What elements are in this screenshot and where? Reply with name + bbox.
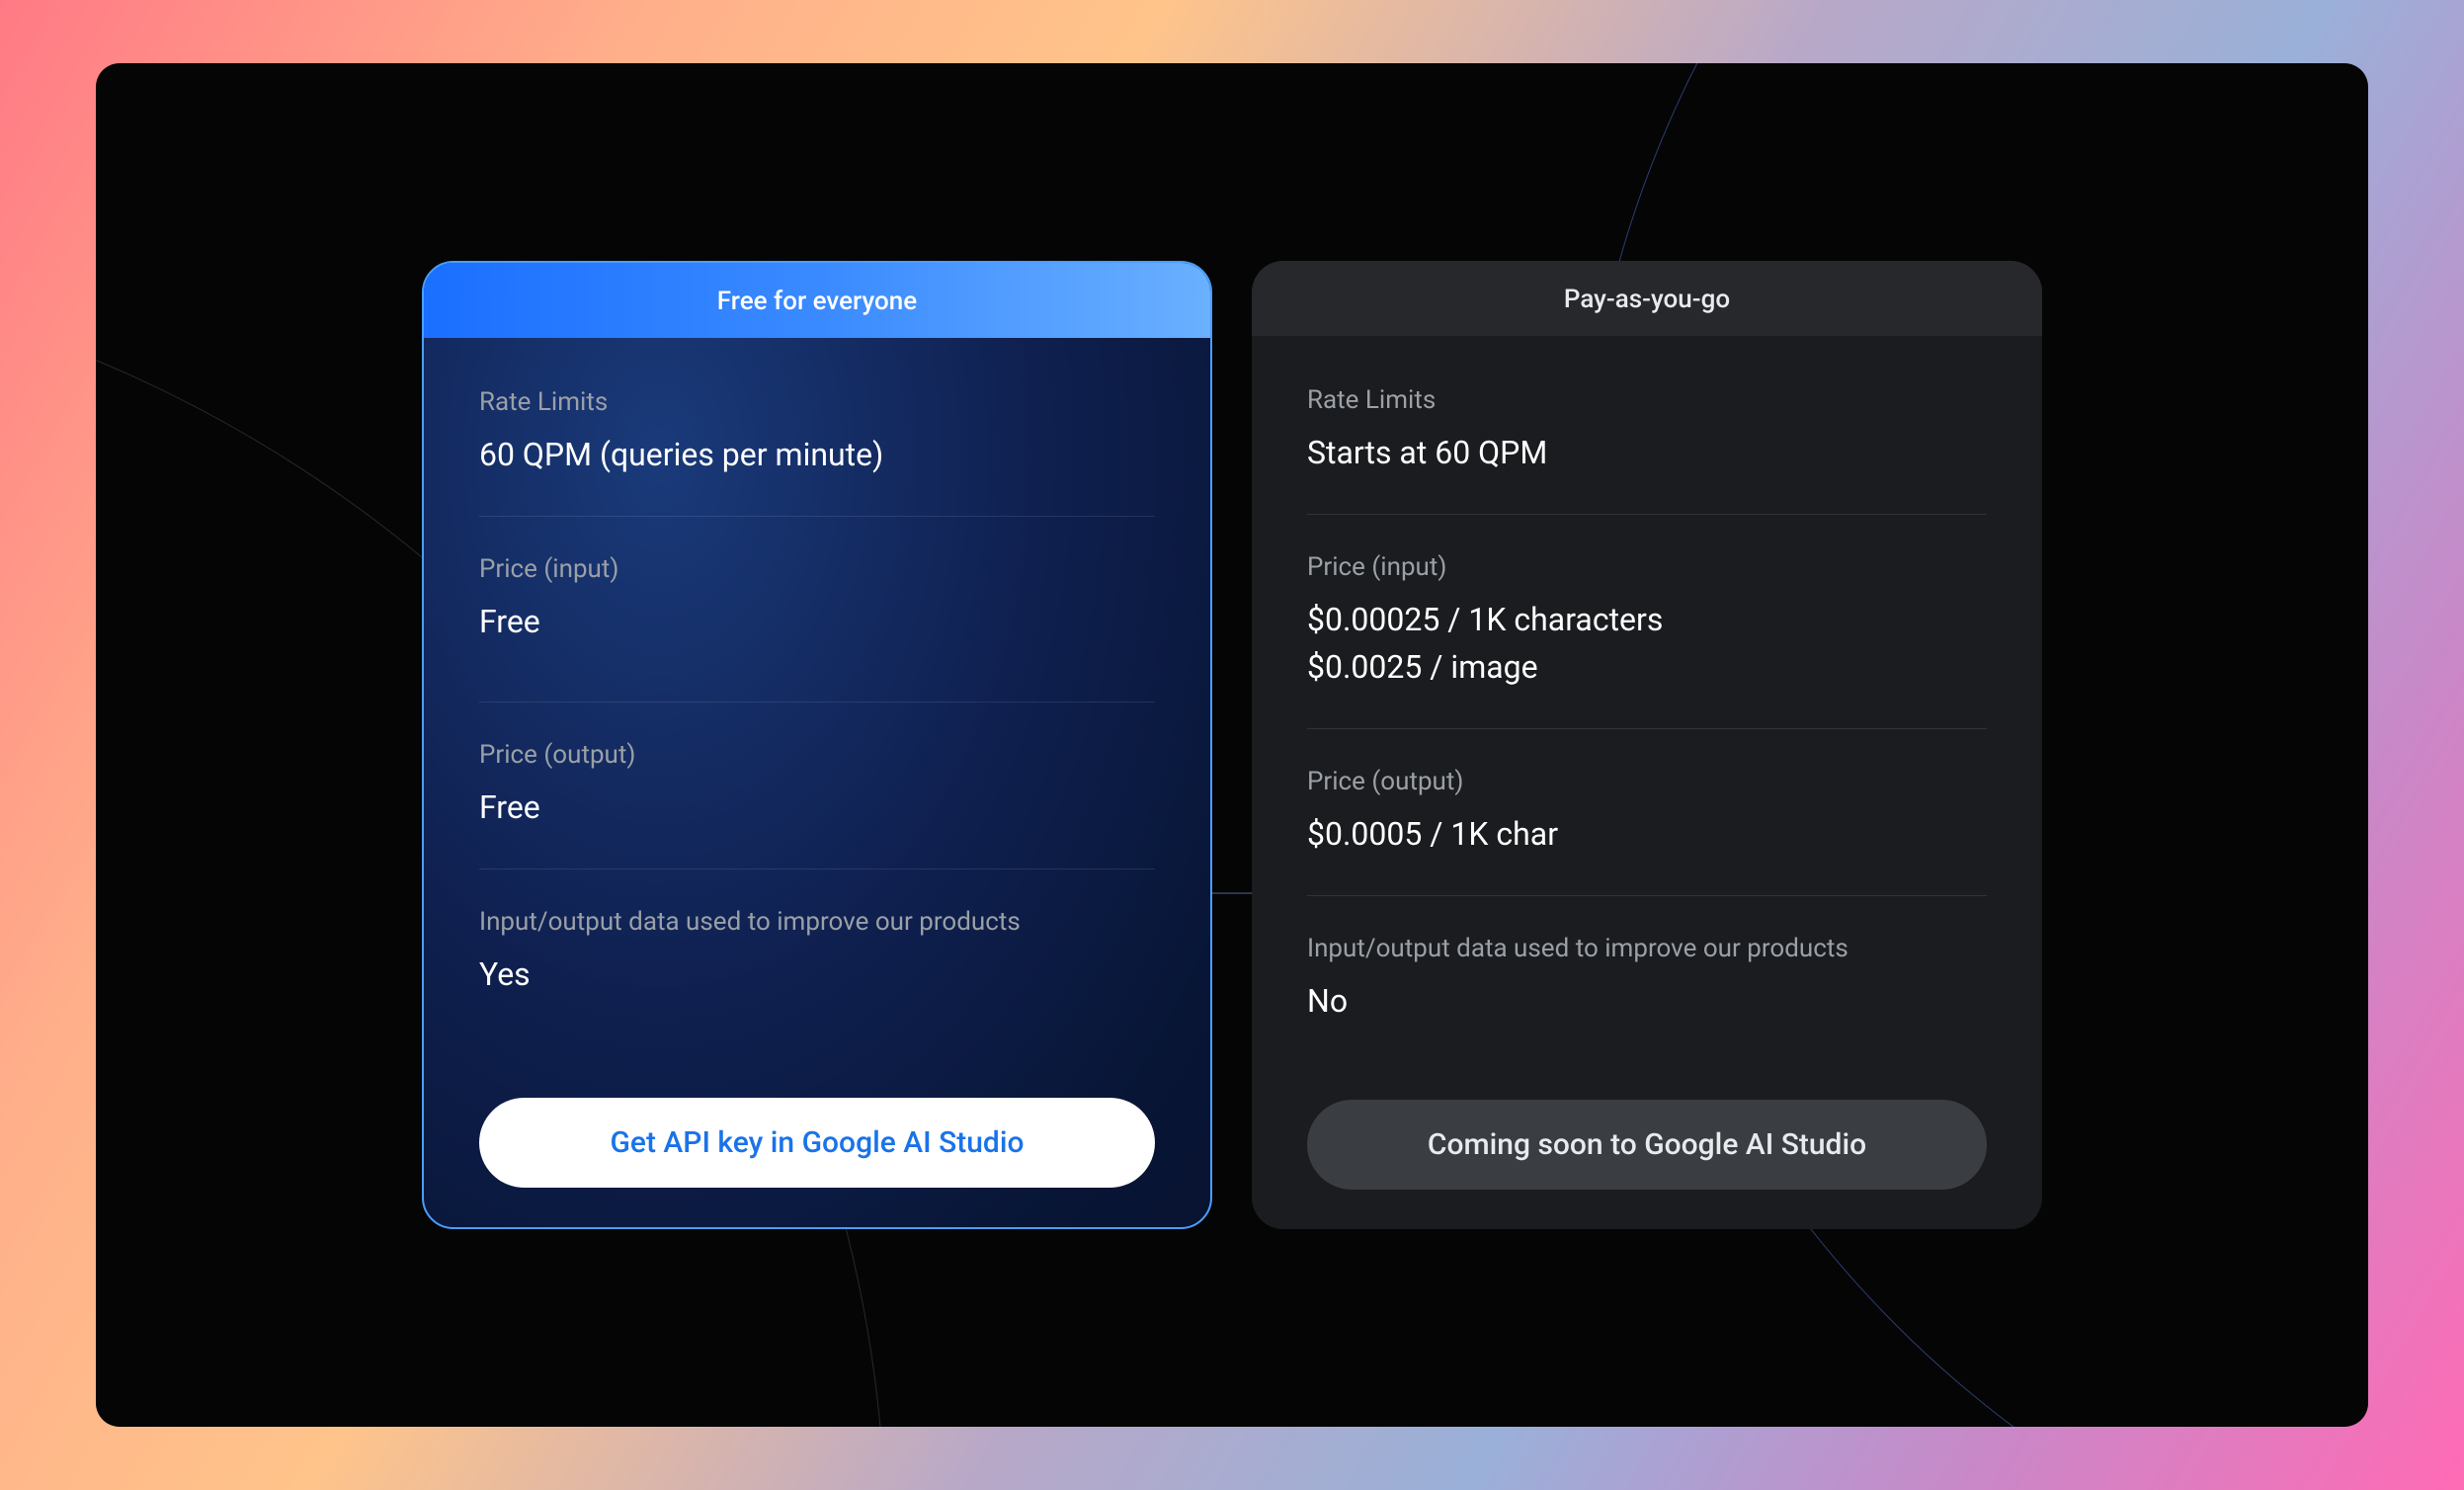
- data-usage-section: Input/output data used to improve our pr…: [479, 907, 1155, 1035]
- rate-limits-label: Rate Limits: [1307, 385, 1987, 415]
- get-api-key-button[interactable]: Get API key in Google AI Studio: [479, 1098, 1155, 1188]
- data-usage-value: Yes: [479, 951, 1155, 998]
- data-usage-label: Input/output data used to improve our pr…: [1307, 934, 1987, 963]
- card-title: Pay-as-you-go: [1252, 261, 2042, 336]
- price-output-label: Price (output): [1307, 767, 1987, 796]
- card-body: Rate Limits Starts at 60 QPM Price (inpu…: [1252, 336, 2042, 1229]
- price-input-label: Price (input): [1307, 552, 1987, 582]
- pricing-card-free: Free for everyone Rate Limits 60 QPM (qu…: [422, 261, 1212, 1229]
- price-input-value-line2: $0.0025 / image: [1307, 643, 1987, 691]
- rate-limits-value: Starts at 60 QPM: [1307, 429, 1987, 476]
- price-output-label: Price (output): [479, 740, 1155, 770]
- price-output-section: Price (output) $0.0005 / 1K char: [1307, 767, 1987, 896]
- price-output-value: Free: [479, 784, 1155, 831]
- price-input-section: Price (input) Free: [479, 554, 1155, 703]
- price-input-section: Price (input) $0.00025 / 1K characters $…: [1307, 552, 1987, 729]
- data-usage-label: Input/output data used to improve our pr…: [479, 907, 1155, 937]
- price-output-value: $0.0005 / 1K char: [1307, 810, 1987, 858]
- rate-limits-value: 60 QPM (queries per minute): [479, 431, 1155, 478]
- pricing-cards: Free for everyone Rate Limits 60 QPM (qu…: [422, 261, 2042, 1229]
- rate-limits-label: Rate Limits: [479, 387, 1155, 417]
- coming-soon-button[interactable]: Coming soon to Google AI Studio: [1307, 1100, 1987, 1190]
- price-input-value-line1: $0.00025 / 1K characters: [1307, 596, 1987, 643]
- pricing-panel: Free for everyone Rate Limits 60 QPM (qu…: [96, 63, 2368, 1427]
- data-usage-value: No: [1307, 977, 1987, 1025]
- rate-limits-section: Rate Limits Starts at 60 QPM: [1307, 385, 1987, 515]
- data-usage-section: Input/output data used to improve our pr…: [1307, 934, 1987, 1062]
- card-title: Free for everyone: [424, 263, 1210, 338]
- card-body: Rate Limits 60 QPM (queries per minute) …: [424, 338, 1210, 1227]
- price-output-section: Price (output) Free: [479, 740, 1155, 869]
- rate-limits-section: Rate Limits 60 QPM (queries per minute): [479, 387, 1155, 517]
- price-input-label: Price (input): [479, 554, 1155, 584]
- pricing-card-paid: Pay-as-you-go Rate Limits Starts at 60 Q…: [1252, 261, 2042, 1229]
- price-input-value: Free: [479, 598, 1155, 645]
